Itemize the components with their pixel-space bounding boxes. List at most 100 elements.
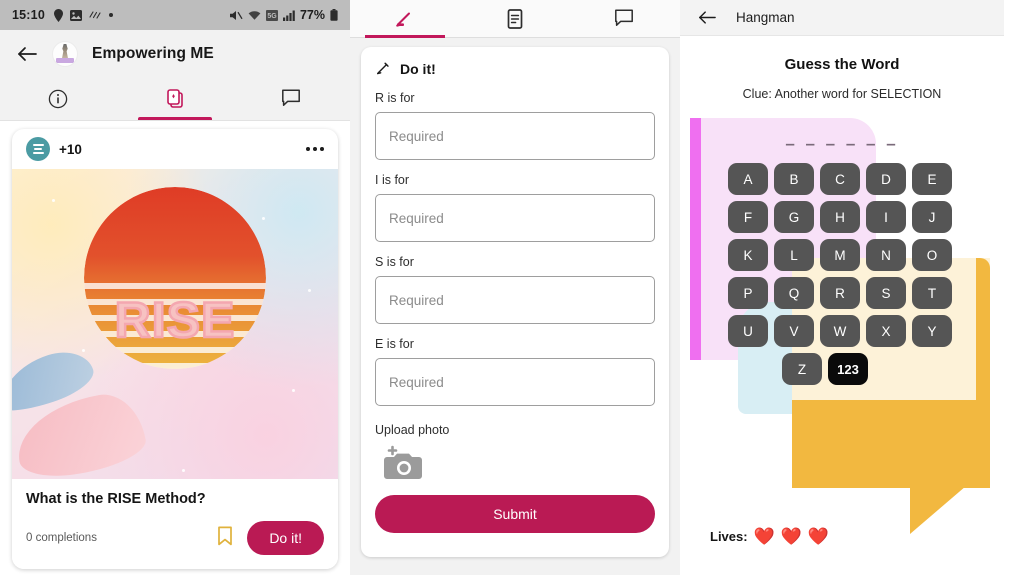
key-f[interactable]: F bbox=[728, 201, 768, 233]
heart-icon: ❤️ bbox=[807, 527, 830, 546]
key-numeric[interactable]: 123 bbox=[828, 353, 868, 385]
key-y[interactable]: Y bbox=[912, 315, 952, 347]
chat-bubble-icon bbox=[281, 89, 300, 106]
status-right-icons: 5G 77% bbox=[229, 8, 338, 22]
orange-bubble-decor bbox=[792, 400, 990, 488]
field-r-input[interactable] bbox=[375, 112, 655, 160]
left-app-bar: Empowering ME bbox=[0, 30, 350, 78]
back-arrow-icon[interactable] bbox=[696, 7, 718, 29]
tab-chat[interactable] bbox=[233, 78, 350, 120]
key-v[interactable]: V bbox=[774, 315, 814, 347]
key-e[interactable]: E bbox=[912, 163, 952, 195]
key-j[interactable]: J bbox=[912, 201, 952, 233]
key-l[interactable]: L bbox=[774, 239, 814, 271]
list-lines-icon bbox=[26, 137, 50, 161]
vibrate-icon bbox=[89, 10, 102, 20]
rise-wordmark: RISE bbox=[113, 291, 236, 350]
lives-row: Lives: ❤️ ❤️ ❤️ bbox=[710, 528, 829, 545]
status-time: 15:10 bbox=[12, 8, 45, 22]
key-i[interactable]: I bbox=[866, 201, 906, 233]
field-group-s: S is for bbox=[375, 255, 655, 337]
key-h[interactable]: H bbox=[820, 201, 860, 233]
middle-phone-screen: Do it! R is for I is for S is for E is f… bbox=[350, 0, 680, 575]
field-label: S is for bbox=[375, 255, 414, 269]
key-d[interactable]: D bbox=[866, 163, 906, 195]
field-label: E is for bbox=[375, 337, 414, 351]
bookmark-icon[interactable] bbox=[217, 526, 233, 551]
network-icon: 5G bbox=[265, 9, 278, 21]
hangman-app-bar: Hangman bbox=[680, 0, 1004, 36]
tab-cards[interactable] bbox=[117, 78, 234, 120]
hangman-title: Hangman bbox=[736, 10, 795, 25]
card-header: +10 bbox=[12, 129, 338, 169]
key-m[interactable]: M bbox=[820, 239, 860, 271]
document-icon bbox=[507, 8, 523, 29]
keyboard-row: U V W X Y bbox=[728, 315, 956, 347]
key-t[interactable]: T bbox=[912, 277, 952, 309]
right-phone-screen: Hangman Guess the Word Clue: Another wor… bbox=[680, 0, 1004, 575]
key-g[interactable]: G bbox=[774, 201, 814, 233]
field-s-input[interactable] bbox=[375, 276, 655, 324]
back-arrow-icon[interactable] bbox=[16, 43, 38, 65]
keyboard-row: K L M N O bbox=[728, 239, 956, 271]
info-circle-icon bbox=[49, 89, 68, 109]
field-label: I is for bbox=[375, 173, 410, 187]
more-options-icon[interactable] bbox=[306, 147, 324, 151]
status-bar: 15:10 5G 77% bbox=[0, 0, 350, 30]
do-it-button[interactable]: Do it! bbox=[247, 521, 324, 555]
battery-icon bbox=[330, 9, 338, 21]
guess-the-word-heading: Guess the Word bbox=[784, 56, 900, 73]
card-image: RISE bbox=[12, 169, 338, 479]
three-panel-screenshot: 15:10 5G 77% Empowering ME +10 RISE What… bbox=[0, 0, 1024, 575]
field-i-input[interactable] bbox=[375, 194, 655, 242]
key-n[interactable]: N bbox=[866, 239, 906, 271]
key-a[interactable]: A bbox=[728, 163, 768, 195]
field-e-input[interactable] bbox=[375, 358, 655, 406]
key-c[interactable]: C bbox=[820, 163, 860, 195]
card-meta-row: 0 completions Do it! bbox=[26, 521, 324, 555]
card-scroll-area[interactable]: +10 RISE What is the RISE Method? 0 comp… bbox=[0, 121, 350, 575]
keyboard-row: P Q R S T bbox=[728, 277, 956, 309]
add-photo-camera-icon[interactable] bbox=[381, 445, 425, 481]
tab-chat[interactable] bbox=[570, 0, 680, 37]
field-label: R is for bbox=[375, 91, 415, 105]
activity-card: +10 RISE What is the RISE Method? 0 comp… bbox=[12, 129, 338, 569]
keyboard-row: A B C D E bbox=[728, 163, 956, 195]
form-title: Do it! bbox=[400, 61, 436, 77]
pencil-icon bbox=[376, 62, 389, 75]
completions-count: 0 completions bbox=[26, 532, 97, 544]
key-w[interactable]: W bbox=[820, 315, 860, 347]
key-x[interactable]: X bbox=[866, 315, 906, 347]
signal-icon bbox=[282, 10, 295, 21]
card-stack-icon bbox=[167, 89, 183, 108]
key-r[interactable]: R bbox=[820, 277, 860, 309]
key-p[interactable]: P bbox=[728, 277, 768, 309]
form-header: Do it! bbox=[375, 61, 655, 77]
heart-icon: ❤️ bbox=[753, 527, 775, 546]
key-s[interactable]: S bbox=[866, 277, 906, 309]
key-b[interactable]: B bbox=[774, 163, 814, 195]
tab-document[interactable] bbox=[460, 0, 570, 37]
letter-keyboard: A B C D E F G H I J K L M N O P Q R S T … bbox=[728, 163, 956, 391]
tab-info[interactable] bbox=[0, 78, 117, 120]
photo-icon bbox=[69, 9, 82, 21]
tab-edit[interactable] bbox=[350, 0, 460, 38]
field-group-i: I is for bbox=[375, 173, 655, 255]
submit-button[interactable]: Submit bbox=[375, 495, 655, 533]
key-o[interactable]: O bbox=[912, 239, 952, 271]
location-pin-icon bbox=[53, 8, 63, 22]
card-title: What is the RISE Method? bbox=[26, 491, 206, 507]
battery-percent: 77% bbox=[299, 8, 325, 22]
svg-text:5G: 5G bbox=[267, 13, 277, 20]
clue-text: Clue: Another word for SELECTION bbox=[742, 87, 942, 101]
key-q[interactable]: Q bbox=[774, 277, 814, 309]
key-u[interactable]: U bbox=[728, 315, 768, 347]
lives-label: Lives: bbox=[710, 529, 748, 544]
chat-bubble-icon bbox=[615, 8, 633, 26]
key-k[interactable]: K bbox=[728, 239, 768, 271]
key-z[interactable]: Z bbox=[782, 353, 822, 385]
heart-icon: ❤️ bbox=[780, 527, 802, 546]
page-title: Empowering ME bbox=[92, 45, 214, 62]
field-group-r: R is for bbox=[375, 91, 655, 173]
avatar bbox=[52, 41, 78, 67]
